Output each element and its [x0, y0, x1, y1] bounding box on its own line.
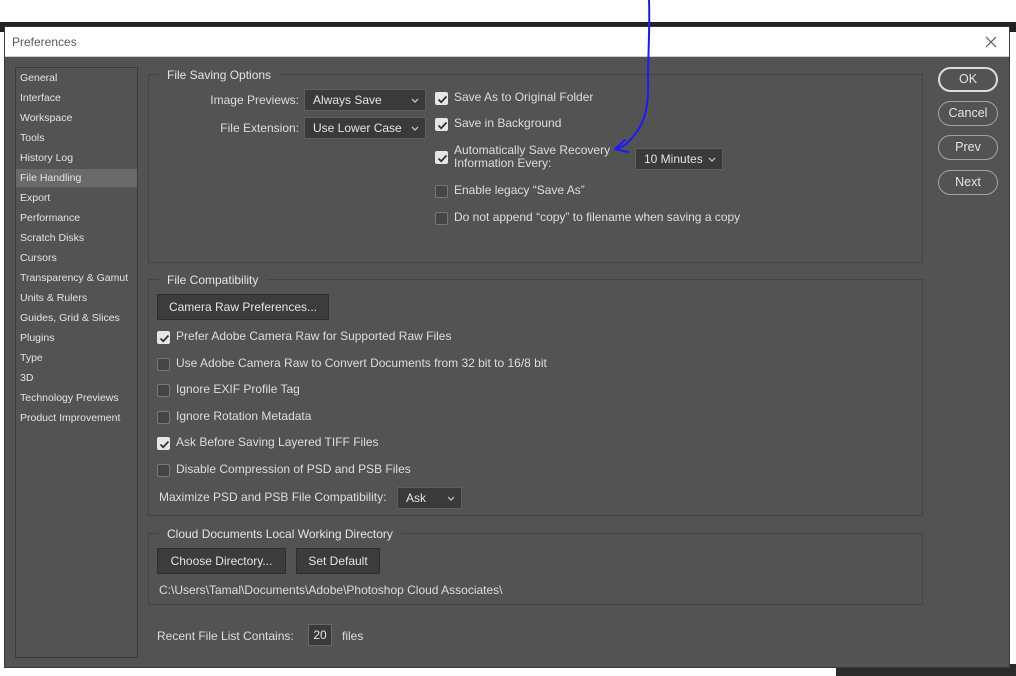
sidebar-item-guides-grid-slices[interactable]: Guides, Grid & Slices [16, 309, 137, 327]
set-default-button[interactable]: Set Default [296, 548, 380, 574]
sidebar-item-history-log[interactable]: History Log [16, 149, 137, 167]
maximize-compatibility-select[interactable]: Ask [397, 487, 462, 509]
maximize-compatibility-label: Maximize PSD and PSB File Compatibility: [159, 490, 387, 504]
sidebar-item-scratch-disks[interactable]: Scratch Disks [16, 229, 137, 247]
file-extension-label: File Extension: [220, 121, 299, 135]
cloud-documents-legend: Cloud Documents Local Working Directory [159, 526, 401, 542]
sidebar-item-tools[interactable]: Tools [16, 129, 137, 147]
ignore-exif-label: Ignore EXIF Profile Tag [176, 382, 300, 396]
image-previews-label: Image Previews: [210, 93, 299, 107]
sidebar-item-technology-previews[interactable]: Technology Previews [16, 389, 137, 407]
close-icon[interactable] [981, 32, 1001, 52]
chevron-down-icon [410, 90, 420, 110]
camera-raw-preferences-button[interactable]: Camera Raw Preferences... [157, 294, 329, 320]
save-as-original-folder-label: Save As to Original Folder [454, 90, 594, 104]
ignore-exif-checkbox[interactable] [157, 384, 170, 397]
preferences-sidebar: General Interface Workspace Tools Histor… [15, 67, 138, 658]
sidebar-item-product-improvement[interactable]: Product Improvement [16, 409, 137, 427]
sidebar-item-performance[interactable]: Performance [16, 209, 137, 227]
recent-files-input[interactable]: 20 [308, 624, 332, 646]
next-button[interactable]: Next [938, 170, 998, 195]
cancel-button[interactable]: Cancel [938, 101, 998, 126]
recent-files-label: Recent File List Contains: [157, 629, 294, 643]
image-previews-select[interactable]: Always Save [304, 89, 426, 111]
enable-legacy-save-as-checkbox[interactable] [435, 185, 448, 198]
enable-legacy-save-as-label: Enable legacy “Save As” [454, 183, 585, 197]
sidebar-item-3d[interactable]: 3D [16, 369, 137, 387]
auto-save-interval-value: 10 Minutes [644, 152, 703, 166]
sidebar-item-workspace[interactable]: Workspace [16, 109, 137, 127]
save-in-background-label: Save in Background [454, 116, 562, 130]
sidebar-item-cursors[interactable]: Cursors [16, 249, 137, 267]
file-extension-select[interactable]: Use Lower Case [304, 117, 426, 139]
sidebar-item-plugins[interactable]: Plugins [16, 329, 137, 347]
save-in-background-checkbox[interactable] [435, 118, 448, 131]
sidebar-item-type[interactable]: Type [16, 349, 137, 367]
sidebar-item-export[interactable]: Export [16, 189, 137, 207]
ignore-rotation-label: Ignore Rotation Metadata [176, 409, 312, 423]
ask-layered-tiff-label: Ask Before Saving Layered TIFF Files [176, 435, 379, 449]
no-copy-append-checkbox[interactable] [435, 212, 448, 225]
file-saving-options-legend: File Saving Options [159, 67, 280, 83]
auto-save-recovery-label-line2: Information Every: [454, 156, 552, 170]
sidebar-item-transparency-gamut[interactable]: Transparency & Gamut [16, 269, 137, 287]
file-extension-value: Use Lower Case [313, 121, 402, 135]
sidebar-item-interface[interactable]: Interface [16, 89, 137, 107]
auto-save-recovery-checkbox[interactable] [435, 151, 448, 164]
ok-button[interactable]: OK [938, 67, 998, 92]
preferences-dialog: Preferences General Interface Workspace … [4, 26, 1010, 668]
sidebar-item-general[interactable]: General [16, 69, 137, 87]
camera-raw-convert-label: Use Adobe Camera Raw to Convert Document… [176, 356, 547, 370]
chevron-down-icon [410, 118, 420, 138]
chevron-down-icon [707, 149, 717, 169]
camera-raw-convert-checkbox[interactable] [157, 358, 170, 371]
save-as-original-folder-checkbox[interactable] [435, 92, 448, 105]
prefer-camera-raw-checkbox[interactable] [157, 331, 170, 344]
title-bar: Preferences [5, 27, 1009, 57]
image-previews-value: Always Save [313, 93, 382, 107]
choose-directory-button[interactable]: Choose Directory... [157, 548, 286, 574]
sidebar-item-units-rulers[interactable]: Units & Rulers [16, 289, 137, 307]
disable-compression-label: Disable Compression of PSD and PSB Files [176, 462, 411, 476]
dialog-title: Preferences [12, 35, 77, 49]
file-compatibility-legend: File Compatibility [159, 272, 267, 288]
disable-compression-checkbox[interactable] [157, 464, 170, 477]
auto-save-interval-select[interactable]: 10 Minutes [635, 148, 723, 170]
prev-button[interactable]: Prev [938, 135, 998, 160]
sidebar-item-file-handling[interactable]: File Handling [16, 169, 137, 187]
ask-layered-tiff-checkbox[interactable] [157, 437, 170, 450]
recent-files-suffix: files [342, 629, 364, 643]
cloud-directory-path: C:\Users\Tamal\Documents\Adobe\Photoshop… [159, 583, 503, 597]
prefer-camera-raw-label: Prefer Adobe Camera Raw for Supported Ra… [176, 329, 452, 343]
no-copy-append-label: Do not append “copy” to filename when sa… [454, 210, 741, 224]
ignore-rotation-checkbox[interactable] [157, 411, 170, 424]
maximize-compatibility-value: Ask [406, 491, 427, 505]
chevron-down-icon [446, 488, 456, 508]
